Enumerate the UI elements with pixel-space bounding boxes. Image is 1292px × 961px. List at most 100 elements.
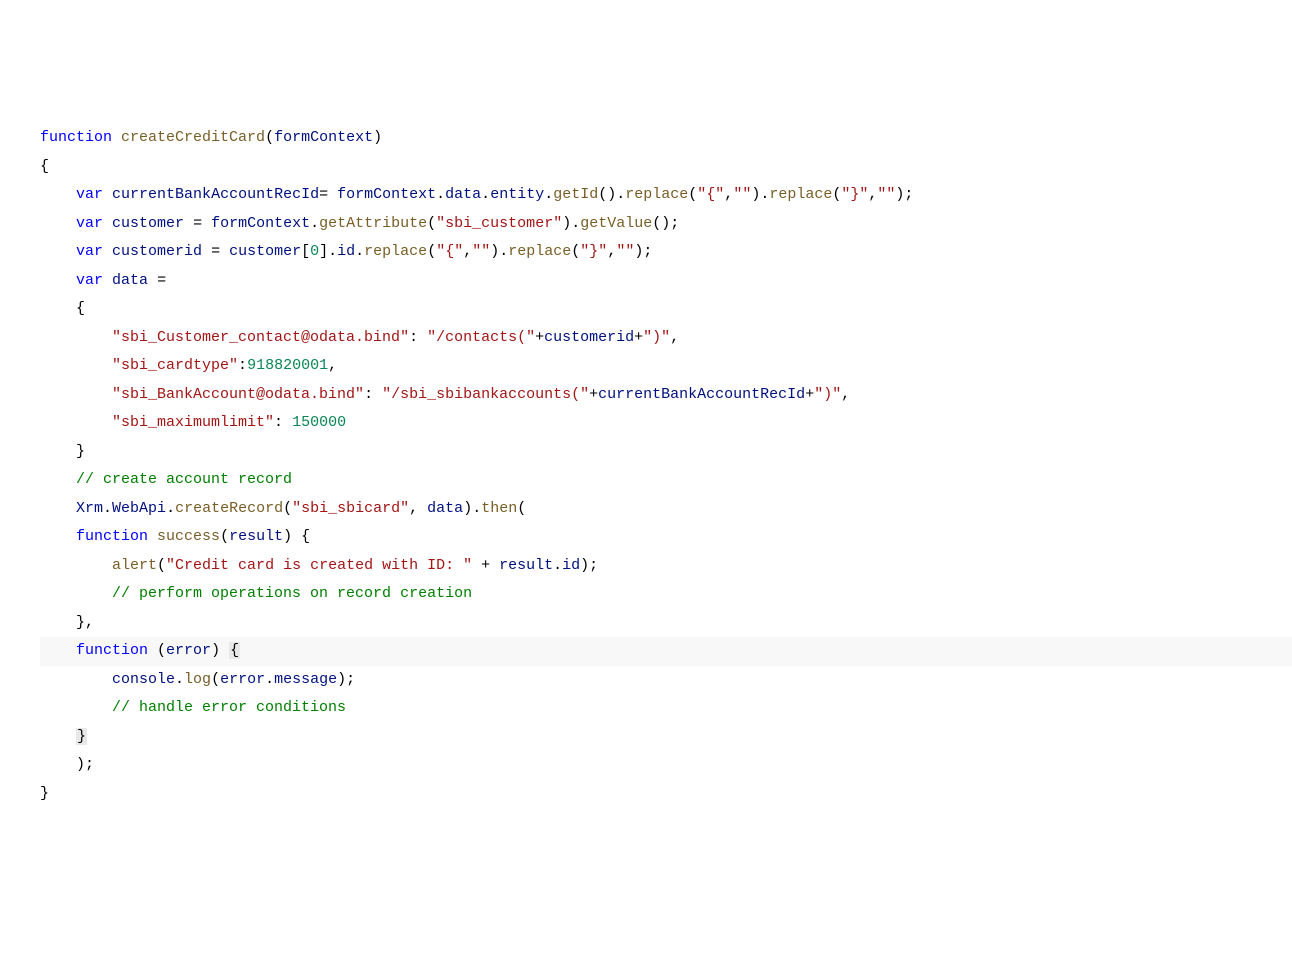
code-token: function [76,642,148,659]
code-token: "}" [580,243,607,260]
code-token: } [40,443,85,460]
code-token: + [589,386,598,403]
code-token: "sbi_cardtype" [112,357,238,374]
code-token: "Credit card is created with ID: " [166,557,472,574]
code-token: ( [688,186,697,203]
code-token: "" [877,186,895,203]
code-token: var [76,186,103,203]
code-token: : [364,386,382,403]
code-token: currentBankAccountRecId [598,386,805,403]
code-token: 150000 [292,414,346,431]
code-line: function createCreditCard(formContext) [40,124,1292,153]
code-line: // perform operations on record creation [40,580,1292,609]
code-token: customerid [112,243,202,260]
code-token [40,471,76,488]
code-token: { [229,642,240,659]
code-line: } [40,438,1292,467]
code-token: . [310,215,319,232]
code-token: replace [508,243,571,260]
code-token [103,272,112,289]
code-token [40,699,112,716]
code-token: "{" [697,186,724,203]
code-token: entity [490,186,544,203]
code-token: formContext [337,186,436,203]
code-token: ). [490,243,508,260]
code-token [40,414,112,431]
code-token: log [184,671,211,688]
code-token: customer [112,215,184,232]
code-token: // handle error conditions [112,699,346,716]
code-token: "sbi_Customer_contact@odata.bind" [112,329,409,346]
code-token: data [427,500,463,517]
code-token: data [445,186,481,203]
code-token: id [562,557,580,574]
code-token: "" [733,186,751,203]
code-token: createRecord [175,500,283,517]
code-token: ]. [319,243,337,260]
code-token: . [103,500,112,517]
code-line: }, [40,609,1292,638]
code-token [40,671,112,688]
code-token: { [40,300,85,317]
code-token: // create account record [76,471,292,488]
code-token [103,215,112,232]
code-token: ( [211,671,220,688]
code-token [112,129,121,146]
code-token: // perform operations on record creation [112,585,472,602]
code-token: result [499,557,553,574]
code-token: result [229,528,283,545]
code-token: , [409,500,427,517]
code-token: "{" [436,243,463,260]
code-line: // create account record [40,466,1292,495]
code-token: : [238,357,247,374]
code-token [40,557,112,574]
code-token: getId [553,186,598,203]
code-token [40,243,76,260]
code-token: . [175,671,184,688]
code-token: "sbi_maximumlimit" [112,414,274,431]
code-token: ); [895,186,913,203]
code-token: = [319,186,337,203]
code-token: 0 [310,243,319,260]
code-token: var [76,243,103,260]
code-line: var data = [40,267,1292,296]
code-token: console [112,671,175,688]
code-token: } [76,728,87,745]
code-token: ). [751,186,769,203]
code-token: , [328,357,337,374]
code-token [40,186,76,203]
code-token: , [670,329,679,346]
code-block: function createCreditCard(formContext){ … [40,124,1292,808]
code-token: currentBankAccountRecId [112,186,319,203]
code-token: "" [472,243,490,260]
code-token: customerid [544,329,634,346]
code-token: data [112,272,148,289]
code-token: Xrm [76,500,103,517]
code-token: ")" [643,329,670,346]
code-token: customer [229,243,301,260]
code-token: . [355,243,364,260]
code-token: ( [148,642,166,659]
code-token: getAttribute [319,215,427,232]
code-token: ( [283,500,292,517]
code-token: ); [337,671,355,688]
code-token: = [148,272,166,289]
code-token [40,642,76,659]
code-token: alert [112,557,157,574]
code-token: , [463,243,472,260]
code-token: + [805,386,814,403]
code-token: (); [652,215,679,232]
code-token: + [472,557,499,574]
code-token: , [607,243,616,260]
code-token: ); [40,756,94,773]
code-token: ); [634,243,652,260]
code-token [40,215,76,232]
code-token: "sbi_BankAccount@odata.bind" [112,386,364,403]
code-token: ). [562,215,580,232]
code-token: "/contacts(" [427,329,535,346]
code-line: } [40,723,1292,752]
code-token: 918820001 [247,357,328,374]
code-token [103,186,112,203]
code-token: }, [40,614,94,631]
code-token: "sbi_customer" [436,215,562,232]
